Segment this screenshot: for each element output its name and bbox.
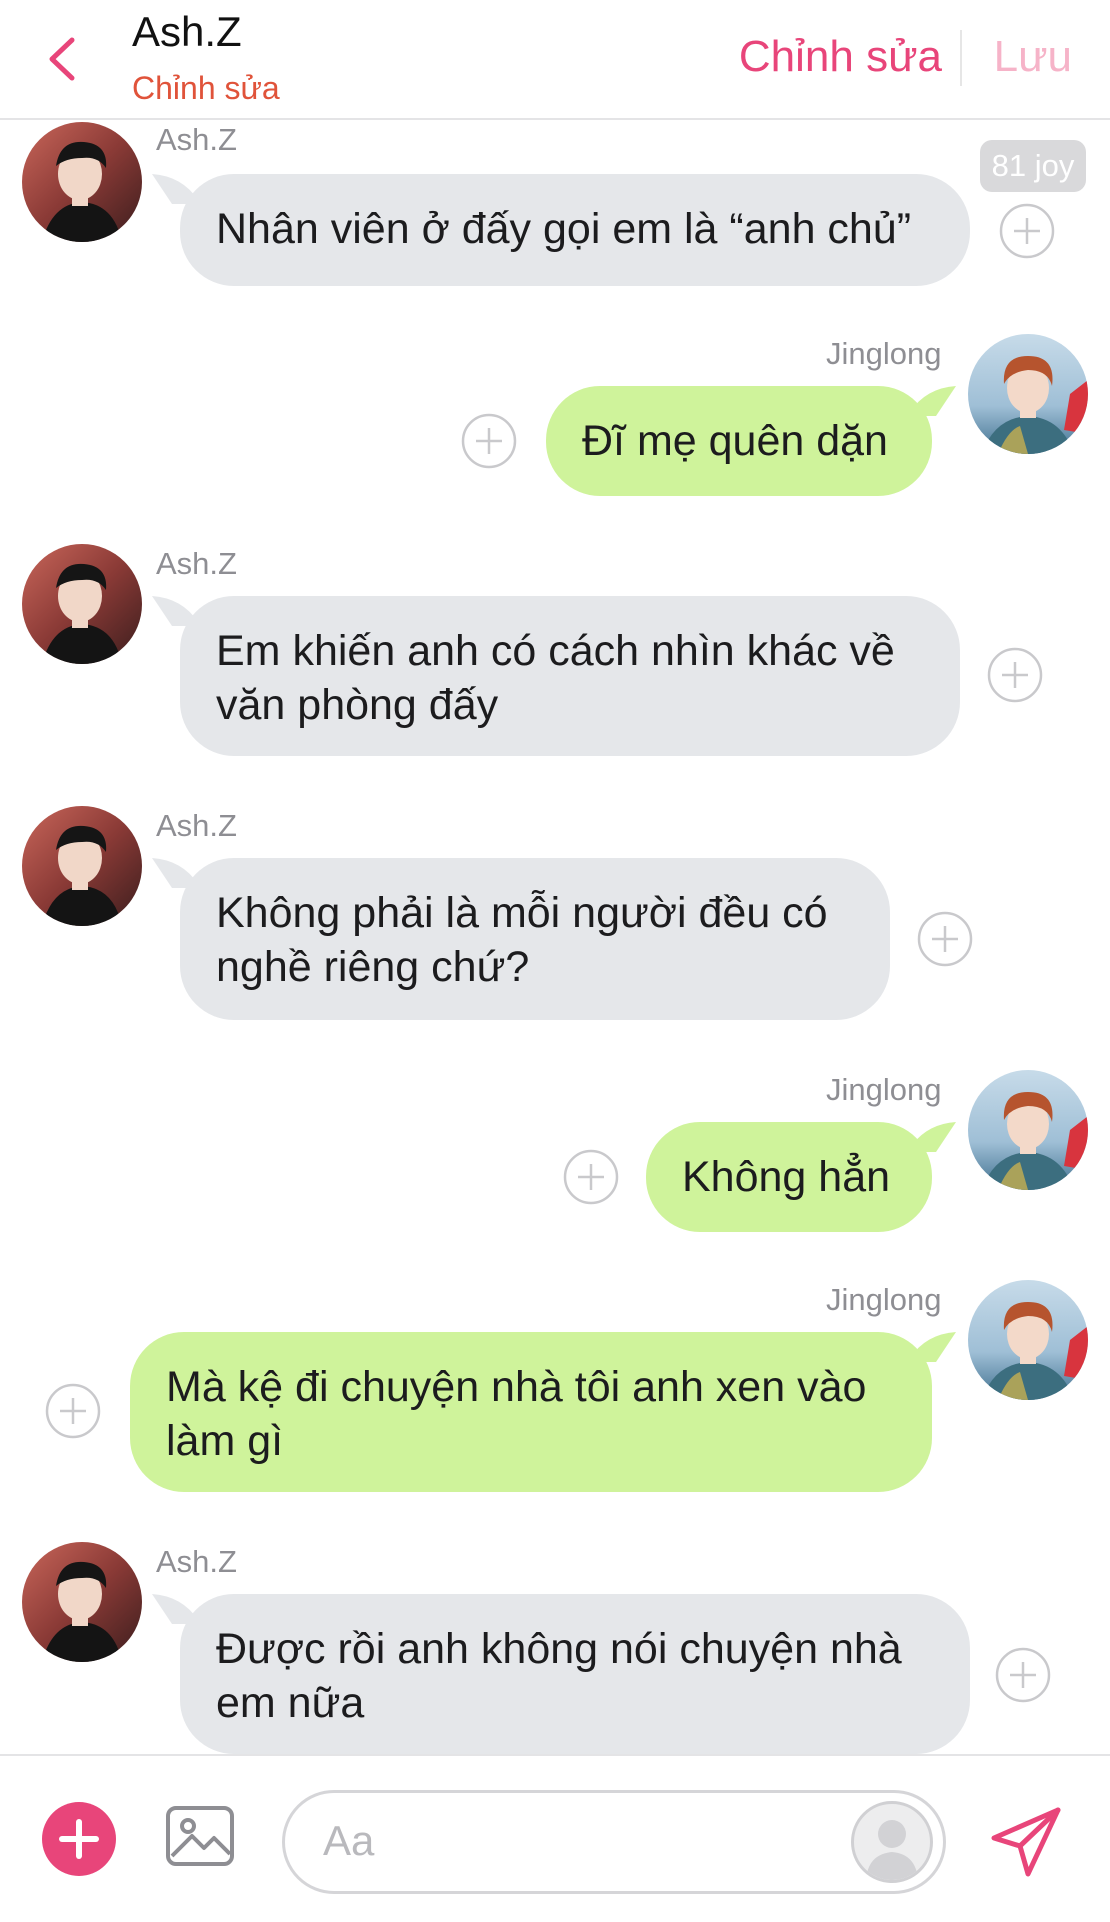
add-reaction-icon[interactable]: [994, 1646, 1052, 1704]
message-line: Không phải là mỗi người đều có: [216, 889, 828, 937]
message-line: làm gì: [166, 1417, 284, 1465]
user-avatar-icon[interactable]: [851, 1801, 933, 1883]
sender-name: Jinglong: [826, 1072, 942, 1107]
message-bubble[interactable]: Đĩ mẹ quên dặn: [546, 386, 932, 496]
message-line: văn phòng đấy: [216, 681, 499, 729]
message-bubble[interactable]: Không hẳn: [646, 1122, 932, 1232]
save-button[interactable]: Lưu: [994, 32, 1072, 82]
send-icon[interactable]: [988, 1804, 1064, 1880]
message-bubble[interactable]: Nhân viên ở đấy gọi em là “anh chủ”: [180, 174, 970, 286]
avatar-ash-z[interactable]: [22, 1542, 142, 1662]
sender-name: Ash.Z: [156, 546, 237, 581]
edit-button[interactable]: Chỉnh sửa: [739, 32, 942, 82]
add-reaction-icon[interactable]: [986, 646, 1044, 704]
sender-name: Ash.Z: [156, 122, 237, 157]
chevron-left-icon[interactable]: [40, 34, 84, 84]
message-line: Em khiến anh có cách nhìn khác về: [216, 627, 895, 675]
message-bubble[interactable]: Được rồi anh không nói chuyện nhà em nữa: [180, 1594, 970, 1754]
avatar-jinglong[interactable]: [968, 334, 1088, 454]
add-reaction-icon[interactable]: [998, 202, 1056, 260]
image-icon[interactable]: [164, 1800, 236, 1872]
add-reaction-icon[interactable]: [44, 1382, 102, 1440]
input-placeholder: Aa: [323, 1817, 375, 1864]
conversation-subtitle[interactable]: Chỉnh sửa: [132, 70, 280, 107]
add-reaction-icon[interactable]: [916, 910, 974, 968]
joy-badge[interactable]: 81 joy: [980, 140, 1086, 192]
conversation-title: Ash.Z: [132, 8, 242, 55]
sender-name: Ash.Z: [156, 808, 237, 843]
message-line: Mà kệ đi chuyện nhà tôi anh xen vào: [166, 1363, 867, 1411]
sender-name: Ash.Z: [156, 1544, 237, 1579]
message-line: em nữa: [216, 1679, 365, 1727]
header-divider: [960, 30, 962, 86]
message-bubble[interactable]: Em khiến anh có cách nhìn khác về văn ph…: [180, 596, 960, 756]
message-text: Nhân viên ở đấy gọi em là “anh chủ”: [216, 205, 912, 253]
chat-header: Ash.Z Chỉnh sửa Chỉnh sửa Lưu: [0, 0, 1110, 120]
sender-name: Jinglong: [826, 336, 942, 371]
message-text: Không hẳn: [682, 1153, 891, 1201]
message-line: Được rồi anh không nói chuyện nhà: [216, 1625, 902, 1673]
composer-bar: Aa: [0, 1754, 1110, 1922]
avatar-jinglong[interactable]: [968, 1280, 1088, 1400]
avatar-ash-z[interactable]: [22, 544, 142, 664]
avatar-jinglong[interactable]: [968, 1070, 1088, 1190]
message-text: Đĩ mẹ quên dặn: [582, 417, 888, 465]
message-line: nghề riêng chứ?: [216, 943, 530, 991]
sender-name: Jinglong: [826, 1282, 942, 1317]
add-reaction-icon[interactable]: [562, 1148, 620, 1206]
avatar-ash-z[interactable]: [22, 806, 142, 926]
avatar-ash-z[interactable]: [22, 122, 142, 242]
add-reaction-icon[interactable]: [460, 412, 518, 470]
message-bubble[interactable]: Mà kệ đi chuyện nhà tôi anh xen vào làm …: [130, 1332, 932, 1492]
message-bubble[interactable]: Không phải là mỗi người đều có nghề riên…: [180, 858, 890, 1020]
plus-icon[interactable]: [42, 1802, 116, 1876]
message-input[interactable]: Aa: [282, 1790, 946, 1894]
